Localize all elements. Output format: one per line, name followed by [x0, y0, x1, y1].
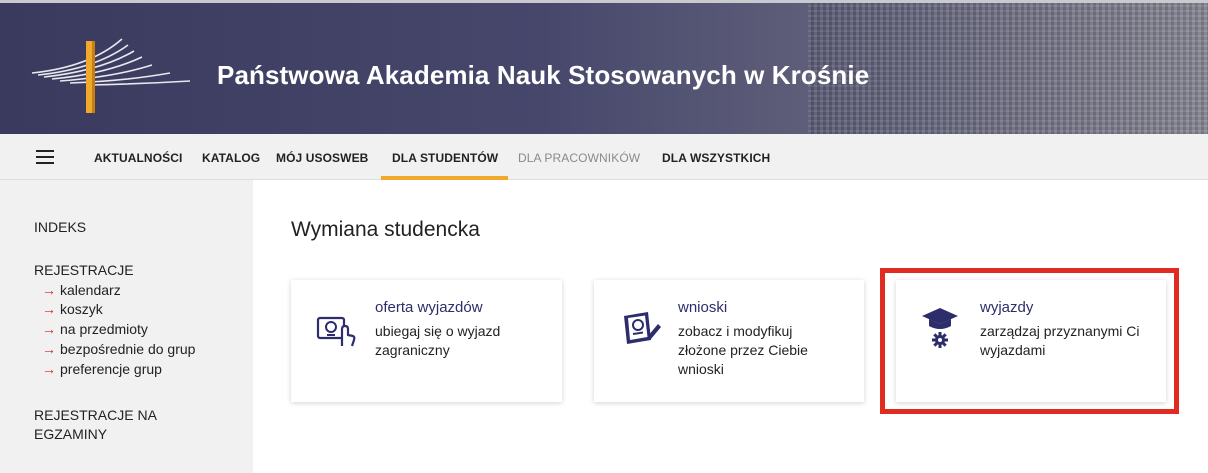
nav-dla-pracownikow[interactable]: DLA PRACOWNIKÓW [518, 151, 640, 165]
sidebar-sub-label: na przedmioty [60, 321, 148, 337]
card-description: ubiegaj się o wyjazd zagraniczny [375, 322, 500, 360]
active-tab-indicator [381, 176, 508, 180]
page-header-title: Państwowa Akademia Nauk Stosowanych w Kr… [217, 60, 870, 90]
main-navigation: AKTUALNOŚCI KATALOG MÓJ USOSWEB DLA STUD… [0, 134, 1208, 180]
card-wnioski[interactable]: wnioski zobacz i modyfikuj złożone przez… [594, 280, 864, 402]
nav-aktualnosci[interactable]: AKTUALNOŚCI [94, 151, 182, 165]
card-desc-line: ubiegaj się o wyjazd [375, 323, 501, 339]
card-desc-line: złożone przez Ciebie [678, 342, 808, 358]
arrow-right-icon: → [42, 282, 56, 298]
card-wyjazdy[interactable]: wyjazdy zarządzaj przyznanymi Ci wyjazda… [896, 280, 1166, 402]
nav-dla-studentow[interactable]: DLA STUDENTÓW [392, 151, 498, 165]
card-desc-line: wyjazdami [980, 342, 1046, 358]
sidebar-sub-na-przedmioty[interactable]: → na przedmioty [42, 320, 148, 339]
arrow-right-icon: → [42, 341, 56, 357]
sidebar-sub-label: preferencje grup [60, 361, 162, 377]
document-pen-icon [624, 312, 661, 344]
sidebar-sub-preferencje[interactable]: → preferencje grup [42, 360, 162, 379]
card-desc-line: zagraniczny [375, 342, 450, 358]
card-title[interactable]: wnioski [678, 299, 727, 316]
arrow-right-icon: → [42, 361, 56, 377]
sidebar-item-label: EGZAMINY [34, 426, 108, 442]
card-desc-line: wnioski [678, 361, 724, 377]
card-description: zobacz i modyfikuj złożone przez Ciebie … [678, 322, 808, 379]
nav-moj-usosweb[interactable]: MÓJ USOSWEB [276, 151, 368, 165]
arrow-right-icon: → [42, 301, 56, 317]
card-title[interactable]: wyjazdy [980, 299, 1033, 316]
menu-hamburger-icon[interactable] [36, 150, 54, 164]
academy-logo-icon[interactable] [30, 29, 195, 114]
sidebar-sub-kalendarz[interactable]: → kalendarz [42, 281, 121, 300]
certificate-touch-icon [316, 316, 356, 347]
page-title: Wymiana studencka [291, 218, 480, 241]
sidebar-sub-label: bezpośrednie do grup [60, 341, 196, 357]
sidebar-sub-label: kalendarz [60, 282, 121, 298]
nav-katalog[interactable]: KATALOG [202, 151, 260, 165]
sidebar-sub-bezposrednie[interactable]: → bezpośrednie do grup [42, 340, 195, 359]
sidebar-item-label: REJESTRACJE NA [34, 407, 157, 423]
header-banner: Państwowa Akademia Nauk Stosowanych w Kr… [0, 0, 1208, 134]
card-oferta-wyjazdow[interactable]: oferta wyjazdów ubiegaj się o wyjazd zag… [291, 280, 562, 402]
card-description: zarządzaj przyznanymi Ci wyjazdami [980, 322, 1140, 360]
sidebar-item-rejestracje-egzaminy[interactable]: REJESTRACJE NA EGZAMINY [34, 406, 157, 444]
sidebar: INDEKS REJESTRACJE → kalendarz → koszyk → n… [0, 180, 253, 473]
sidebar-item-rejestracje[interactable]: REJESTRACJE [34, 261, 134, 280]
card-desc-line: zobacz i modyfikuj [678, 323, 793, 339]
graduation-cap-gear-icon [922, 308, 958, 348]
nav-dla-wszystkich[interactable]: DLA WSZYSTKICH [662, 151, 770, 165]
card-title[interactable]: oferta wyjazdów [375, 299, 483, 316]
card-desc-line: zarządzaj przyznanymi Ci [980, 323, 1140, 339]
arrow-right-icon: → [42, 321, 56, 337]
sidebar-sub-koszyk[interactable]: → koszyk [42, 300, 103, 319]
sidebar-item-indeks[interactable]: INDEKS [34, 218, 86, 237]
sidebar-sub-label: koszyk [60, 301, 103, 317]
